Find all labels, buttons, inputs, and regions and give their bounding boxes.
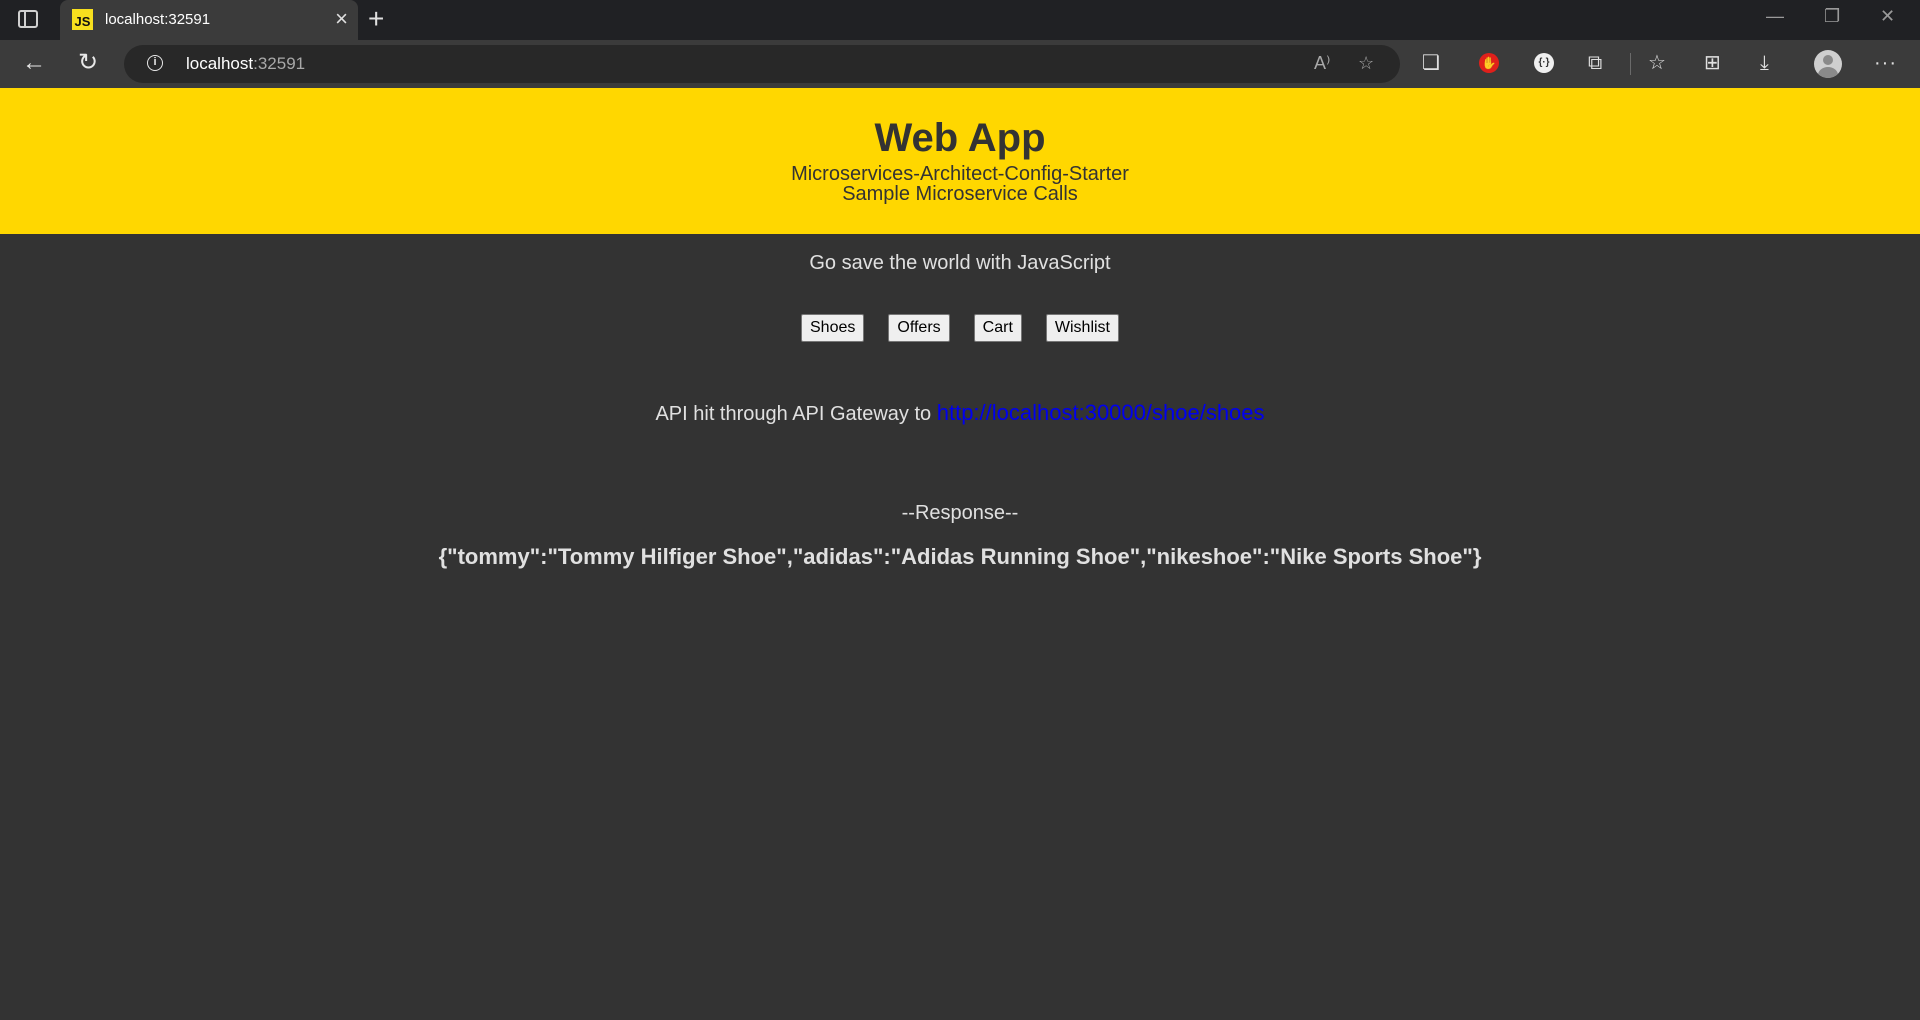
api-prefix: API hit through API Gateway to: [655, 403, 937, 425]
tab-bar: JS localhost:32591 × + — ❐ ✕: [0, 0, 1920, 40]
tagline: Go save the world with JavaScript: [809, 252, 1111, 274]
adblock-icon[interactable]: ✋: [1479, 53, 1499, 73]
page-title: Web App: [874, 116, 1046, 160]
shoes-button[interactable]: Shoes: [801, 314, 865, 342]
back-icon[interactable]: ←: [22, 49, 46, 77]
site-info-icon[interactable]: i: [147, 55, 163, 71]
url-port: :32591: [253, 54, 306, 73]
restore-icon[interactable]: ❐: [1824, 6, 1840, 27]
extension-icon[interactable]: {·}: [1534, 53, 1554, 73]
minimize-icon[interactable]: —: [1766, 6, 1784, 27]
address-bar[interactable]: i localhost:32591 A⁾ ☆: [124, 45, 1400, 83]
copy-icon[interactable]: ❏: [1422, 51, 1440, 75]
api-gateway-line: API hit through API Gateway to http://lo…: [0, 400, 1920, 426]
sidebar-icon[interactable]: [18, 10, 38, 28]
javascript-favicon-icon: JS: [72, 9, 93, 30]
page-content: Web App Microservices-Architect-Config-S…: [0, 88, 1920, 1020]
header-banner: Web App Microservices-Architect-Config-S…: [0, 88, 1920, 234]
api-url-link[interactable]: http://localhost:30000/shoe/shoes: [937, 400, 1265, 425]
cart-button[interactable]: Cart: [973, 314, 1022, 342]
more-icon[interactable]: ···: [1874, 51, 1897, 75]
read-aloud-icon[interactable]: A⁾: [1314, 53, 1330, 74]
add-favorite-icon[interactable]: ☆: [1358, 53, 1374, 74]
tab-title: localhost:32591: [105, 11, 211, 28]
new-tab-icon[interactable]: +: [368, 4, 384, 34]
offers-button[interactable]: Offers: [888, 314, 950, 342]
window-close-icon[interactable]: ✕: [1880, 6, 1895, 27]
service-button-row: Shoes Offers Cart Wishlist: [0, 314, 1920, 342]
wishlist-button[interactable]: Wishlist: [1045, 314, 1119, 342]
subtitle-description: Sample Microservice Calls: [842, 183, 1078, 205]
toolbar-divider: [1630, 53, 1631, 75]
close-icon[interactable]: ×: [335, 8, 348, 30]
collections-icon[interactable]: ⊞: [1704, 51, 1721, 75]
extensions-icon[interactable]: ⧉: [1588, 51, 1602, 75]
url-host: localhost: [186, 54, 254, 73]
response-heading: --Response--: [901, 502, 1019, 524]
profile-avatar[interactable]: [1814, 50, 1842, 78]
browser-toolbar: ← ↻ i localhost:32591 A⁾ ☆ ❏ ✋ {·} ⧉ ☆ ⊞…: [0, 40, 1920, 88]
url-text[interactable]: localhost:32591: [186, 54, 305, 74]
downloads-icon[interactable]: ⤓: [1760, 51, 1769, 75]
response-body: {"tommy":"Tommy Hilfiger Shoe","adidas":…: [438, 544, 1482, 569]
favorites-icon[interactable]: ☆: [1648, 51, 1666, 75]
refresh-icon[interactable]: ↻: [78, 49, 98, 77]
browser-tab[interactable]: JS localhost:32591 ×: [60, 0, 358, 40]
